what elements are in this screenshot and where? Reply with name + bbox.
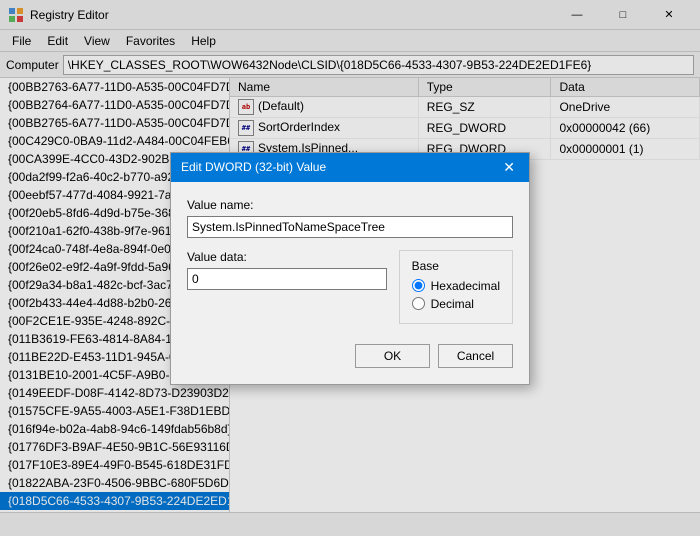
- dialog-data-row: Value data: Base Hexadecimal Decimal: [187, 250, 513, 324]
- dec-label: Decimal: [431, 297, 474, 311]
- dialog-data-col: Value data:: [187, 250, 387, 324]
- value-data-label: Value data:: [187, 250, 387, 264]
- value-name-label: Value name:: [187, 198, 513, 212]
- dialog-title-bar: Edit DWORD (32-bit) Value ✕: [171, 153, 529, 182]
- edit-dword-dialog: Edit DWORD (32-bit) Value ✕ Value name: …: [170, 152, 530, 385]
- value-name-input[interactable]: [187, 216, 513, 238]
- dialog-title: Edit DWORD (32-bit) Value: [181, 160, 326, 174]
- dialog-buttons: OK Cancel: [187, 340, 513, 368]
- cancel-button[interactable]: Cancel: [438, 344, 513, 368]
- base-label: Base: [412, 259, 500, 273]
- hex-label: Hexadecimal: [431, 279, 500, 293]
- base-group: Base Hexadecimal Decimal: [399, 250, 513, 324]
- radio-hex[interactable]: Hexadecimal: [412, 279, 500, 293]
- hex-radio[interactable]: [412, 279, 425, 292]
- dialog-close-button[interactable]: ✕: [499, 159, 519, 176]
- value-data-input[interactable]: [187, 268, 387, 290]
- dec-radio[interactable]: [412, 297, 425, 310]
- ok-button[interactable]: OK: [355, 344, 430, 368]
- dialog-overlay: Edit DWORD (32-bit) Value ✕ Value name: …: [0, 0, 700, 536]
- dialog-body: Value name: Value data: Base Hexadecimal…: [171, 182, 529, 384]
- radio-dec[interactable]: Decimal: [412, 297, 500, 311]
